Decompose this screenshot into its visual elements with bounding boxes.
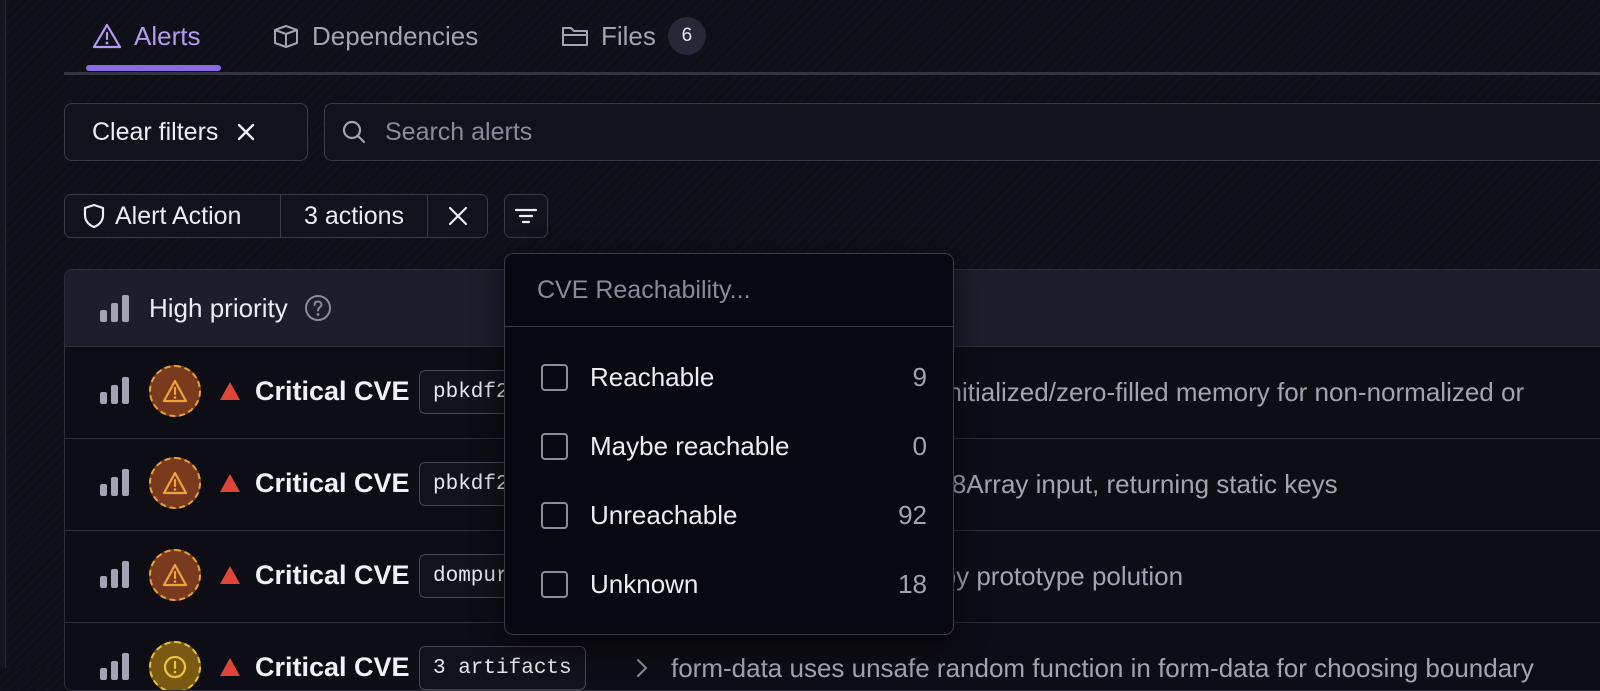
tab-dependencies[interactable]: Dependencies [272,0,478,72]
alert-title: Critical CVE [255,468,410,498]
left-panel-edge [0,0,6,668]
help-icon[interactable] [304,294,332,322]
reachability-option-maybe-reachable[interactable]: Maybe reachable 0 [541,426,927,466]
alert-title: Critical CVE [255,560,410,590]
option-count: 0 [912,430,927,461]
checkbox[interactable] [541,363,568,391]
priority-bars-icon [99,294,131,322]
filter-lines-icon [514,206,538,226]
alert-action-label: Alert Action [115,201,242,230]
option-label: Unknown [590,568,699,599]
active-tab-indicator [86,65,221,71]
search-alerts-input[interactable] [383,116,1387,148]
option-label: Maybe reachable [590,430,790,461]
alert-action-filter-chip: Alert Action 3 actions [64,194,488,238]
priority-bars-icon [99,652,131,680]
folder-icon [561,24,589,48]
priority-bars-icon [99,560,131,588]
tab-files-label: Files [601,20,656,51]
alert-title: Critical CVE [255,376,410,406]
chevron-right-icon [635,656,649,680]
alert-action-chip-label[interactable]: Alert Action [65,195,281,237]
tab-alerts-label: Alerts [134,20,201,51]
severity-warning-icon [149,549,201,601]
tab-bar: Alerts Dependencies Files 6 [64,0,1600,75]
shield-icon [83,203,105,229]
package-tag[interactable]: 3 artifacts [419,646,586,690]
priority-bars-icon [99,468,131,496]
critical-triangle-icon [219,657,241,677]
reachability-option-reachable[interactable]: Reachable 9 [541,357,927,397]
option-count: 92 [898,499,927,530]
severity-warning-icon [149,365,201,417]
tab-alerts[interactable]: Alerts [92,0,200,72]
search-icon [341,119,367,145]
critical-triangle-icon [219,565,241,585]
clear-filters-button[interactable]: Clear filters [64,103,308,161]
alert-action-value[interactable]: 3 actions [281,195,428,237]
checkbox[interactable] [541,432,568,460]
tab-dependencies-label: Dependencies [312,20,479,51]
option-label: Unreachable [590,499,738,530]
checkbox[interactable] [541,501,568,529]
tab-files[interactable]: Files 6 [561,0,706,72]
cve-reachability-search-input[interactable] [535,274,919,306]
reachability-option-unknown[interactable]: Unknown 18 [541,564,927,604]
alert-description: form-data uses unsafe random function in… [671,653,1534,683]
add-filter-button[interactable] [504,194,548,238]
checkbox[interactable] [541,570,568,598]
remove-filter-button[interactable] [428,195,487,237]
close-icon [447,205,469,227]
critical-triangle-icon [219,473,241,493]
package-box-icon [272,23,300,49]
critical-triangle-icon [219,381,241,401]
option-count: 18 [898,568,927,599]
cve-reachability-dropdown: Reachable 9 Maybe reachable 0 Unreachabl… [504,253,954,635]
severity-warning-icon [149,457,201,509]
reachability-option-unreachable[interactable]: Unreachable 92 [541,495,927,535]
search-bar [324,103,1600,161]
clear-filters-label: Clear filters [92,117,219,146]
files-count-badge: 6 [667,17,706,55]
option-count: 9 [912,361,927,392]
priority-bars-icon [99,376,131,404]
warning-triangle-icon [92,22,122,50]
severity-high-icon [149,641,201,690]
close-icon [236,122,256,142]
priority-group-title: High priority [149,292,288,323]
dropdown-search [505,254,953,327]
option-label: Reachable [590,361,715,392]
